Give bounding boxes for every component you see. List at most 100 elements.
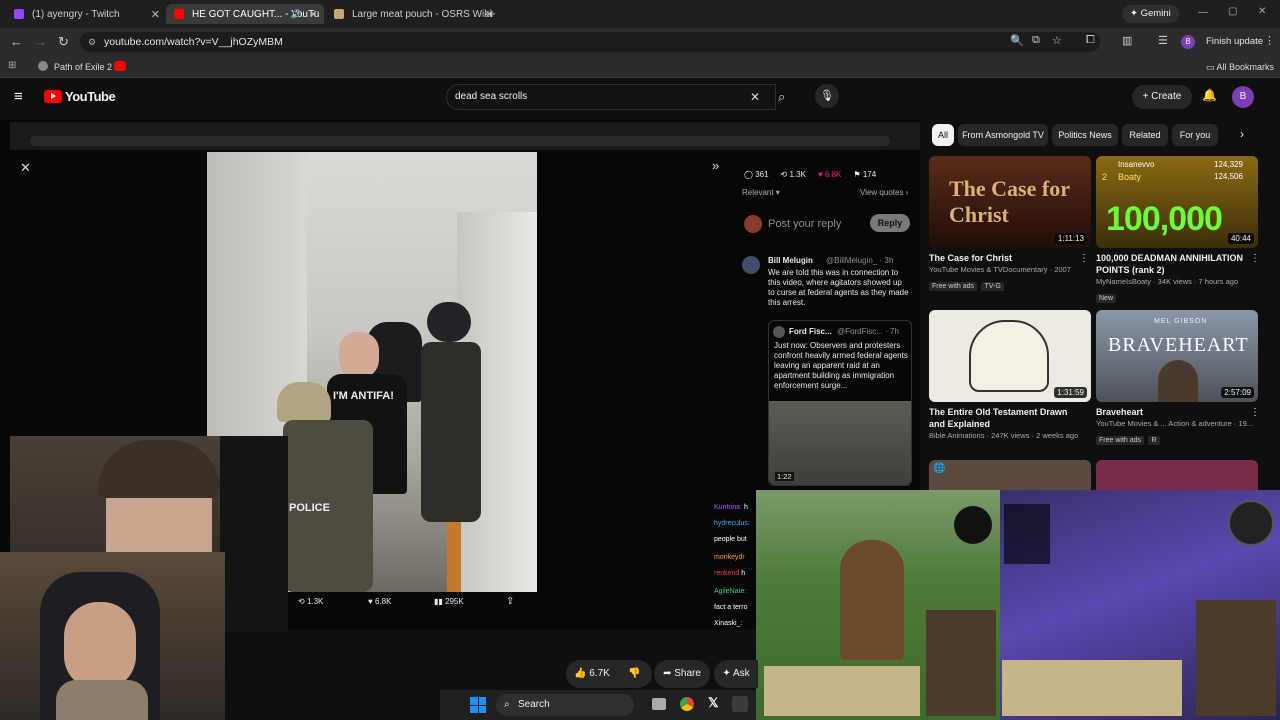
more-options-icon[interactable]: ⋮ (1250, 407, 1260, 418)
profile-avatar[interactable]: B (1181, 35, 1195, 49)
video-title[interactable]: The Case for Christ (929, 252, 1079, 264)
quote-video-thumb[interactable]: 1:22 (769, 401, 911, 485)
create-button[interactable]: + Create (1132, 85, 1192, 109)
video-meta[interactable]: YouTube Movies & TVDocumentary · 2007 (929, 264, 1091, 275)
like-stat[interactable]: ♥ 6.8K (368, 597, 391, 606)
x-app-icon[interactable]: 𝕏 (708, 695, 718, 711)
author-name[interactable]: Bill Melugin (768, 256, 813, 265)
star-icon[interactable]: ☆ (1052, 34, 1062, 47)
url-bar[interactable]: ⚙ youtube.com/watch?v=V__jhOZyMBM (80, 32, 1100, 52)
taskbar-search[interactable]: ⌕ Search (496, 694, 634, 716)
tab-osrs-wiki[interactable]: Large meat pouch - OSRS Wiki ✕ (326, 4, 500, 24)
window-close-icon[interactable]: ✕ (1258, 6, 1266, 17)
chrome-icon[interactable] (680, 697, 694, 711)
tab-twitch[interactable]: (1) ayengry - Twitch ✕ (6, 4, 166, 24)
video-thumbnail[interactable]: Insanevvo 124,329 2 Boaty 124,506 100,00… (1096, 156, 1258, 248)
video-title[interactable]: Braveheart (1096, 406, 1246, 418)
forward-icon[interactable]: → (34, 34, 47, 49)
account-avatar[interactable]: B (1232, 86, 1254, 108)
bar-chart-icon: ▮▮ (434, 597, 446, 606)
gemini-button[interactable]: ✦ Gemini (1122, 5, 1179, 23)
recommended-video[interactable]: 1:31:59 The Entire Old Testament Drawn a… (929, 310, 1091, 441)
file-explorer-icon[interactable] (652, 698, 666, 710)
minimize-icon[interactable]: — (1198, 7, 1208, 18)
dislike-button[interactable]: 👎 (628, 660, 640, 688)
recommended-video[interactable]: Insanevvo 124,329 2 Boaty 124,506 100,00… (1096, 156, 1260, 305)
like-button[interactable]: 👍 6.7K (574, 660, 610, 688)
notifications-icon[interactable]: 🔔 (1202, 88, 1217, 102)
zoom-icon[interactable]: 🔍 (1010, 34, 1024, 47)
video-meta[interactable]: MyNameIsBoaty · 34K views · 7 hours ago (1096, 276, 1258, 287)
speaker-icon[interactable]: 🔊 (291, 9, 302, 20)
more-options-icon[interactable]: ⋮ (1250, 253, 1260, 264)
figure (1158, 360, 1198, 402)
chat-user: Xinaski_: (714, 620, 743, 627)
recommended-video[interactable]: MEL GIBSON BRAVEHEART 2:57:09 Braveheart… (1096, 310, 1260, 447)
all-bookmarks-link[interactable]: ▭ All Bookmarks (1206, 62, 1274, 73)
windows-start-icon[interactable] (470, 697, 486, 713)
reply-input[interactable]: Post your reply (768, 218, 841, 230)
chatbox-right (1002, 660, 1182, 716)
cast-icon[interactable]: ⧉ (1032, 34, 1040, 47)
repost-stat[interactable]: ⟲ 1.3K (298, 597, 323, 606)
reload-icon[interactable]: ↻ (58, 34, 69, 50)
voice-search-icon[interactable]: 🎙 (815, 84, 839, 108)
all-bookmarks-label: All Bookmarks (1216, 62, 1275, 72)
extensions-icon[interactable]: ⧠ (1086, 34, 1095, 47)
reply-button[interactable]: Reply (870, 214, 910, 232)
clear-search-icon[interactable]: ✕ (750, 90, 760, 104)
finish-update-button[interactable]: Finish update (1206, 36, 1263, 47)
expand-icon[interactable]: » (712, 158, 719, 173)
apps-icon[interactable]: ⊞ (8, 60, 16, 71)
ask-button[interactable]: ✦ Ask (714, 660, 758, 688)
like-stat[interactable]: ♥ 6.8K (818, 170, 841, 179)
new-tab-icon[interactable]: + (488, 6, 496, 21)
back-icon[interactable]: ← (10, 34, 23, 49)
youtube-bookmark-icon[interactable] (114, 61, 126, 71)
menu-icon[interactable]: ⋮ (1264, 34, 1275, 47)
video-thumbnail[interactable]: MEL GIBSON BRAVEHEART 2:57:09 (1096, 310, 1258, 402)
youtube-logo[interactable]: YouTube (44, 89, 116, 104)
video-title[interactable]: 100,000 DEADMAN ANNIHILATION POINTS (ran… (1096, 252, 1246, 276)
partial-thumbnail[interactable]: 🌐 (929, 460, 1091, 490)
helmet (427, 302, 471, 342)
browser-tab-bar: (1) ayengry - Twitch ✕ HE GOT CAUGHT... … (0, 0, 1280, 28)
tab-search-icon[interactable]: ☰ (1158, 34, 1168, 47)
video-meta[interactable]: YouTube Movies & ... Action & adventure … (1096, 418, 1258, 429)
video-thumbnail[interactable]: 1:31:59 (929, 310, 1091, 402)
tab-youtube[interactable]: HE GOT CAUGHT... - YouTu 🔊 ✕ (166, 4, 324, 24)
sort-dropdown[interactable]: Relevant ▾ (742, 188, 780, 197)
video-meta[interactable]: Bible Animations · 247K views · 2 weeks … (929, 430, 1091, 441)
hamburger-icon[interactable]: ≡ (14, 88, 23, 105)
bookmark-stat[interactable]: ⚑ 174 (853, 170, 876, 179)
more-options-icon[interactable]: ⋮ (1079, 253, 1089, 264)
share-button[interactable]: ➦ Share (654, 660, 710, 688)
video-thumbnail[interactable]: The Case for Christ 1:11:13 (929, 156, 1091, 248)
chip-related[interactable]: Related (1122, 124, 1168, 146)
bookmark-path-of-exile[interactable]: Path of Exile 2 (54, 62, 112, 72)
app-icon[interactable] (732, 696, 748, 712)
close-icon[interactable]: ✕ (151, 8, 160, 21)
close-overlay-icon[interactable]: ✕ (20, 160, 31, 176)
recommended-video[interactable]: The Case for Christ 1:11:13 The Case for… (929, 156, 1091, 293)
repost-stat[interactable]: ⟲ 1.3K (781, 170, 806, 179)
quote-card[interactable]: Ford Fisc... @FordFisc... · 7h Just now:… (768, 320, 912, 486)
site-info-icon[interactable]: ⚙ (88, 32, 96, 52)
sidebar-icon[interactable]: ▥ (1122, 34, 1132, 47)
chip-for-you[interactable]: For you (1172, 124, 1218, 146)
info-panel (1004, 504, 1050, 564)
maximize-icon[interactable]: ▢ (1228, 6, 1237, 17)
chip-from-asmongold[interactable]: From Asmongold TV (958, 124, 1048, 146)
close-icon[interactable]: ✕ (309, 8, 318, 21)
view-quotes-link[interactable]: View quotes › (860, 188, 908, 197)
video-title[interactable]: The Entire Old Testament Drawn and Expla… (929, 406, 1079, 430)
search-input[interactable]: dead sea scrolls (446, 84, 776, 110)
reply-stat[interactable]: ◯ 361 (744, 170, 769, 179)
chip-all[interactable]: All (932, 124, 954, 146)
search-icon[interactable]: ⌕ (778, 89, 785, 105)
share-post-icon[interactable]: ⇪ (506, 596, 514, 607)
chevron-right-icon[interactable]: › (1240, 127, 1244, 141)
like-count: 6.8K (374, 597, 392, 606)
partial-thumbnail[interactable] (1096, 460, 1258, 490)
chip-politics-news[interactable]: Politics News (1052, 124, 1118, 146)
